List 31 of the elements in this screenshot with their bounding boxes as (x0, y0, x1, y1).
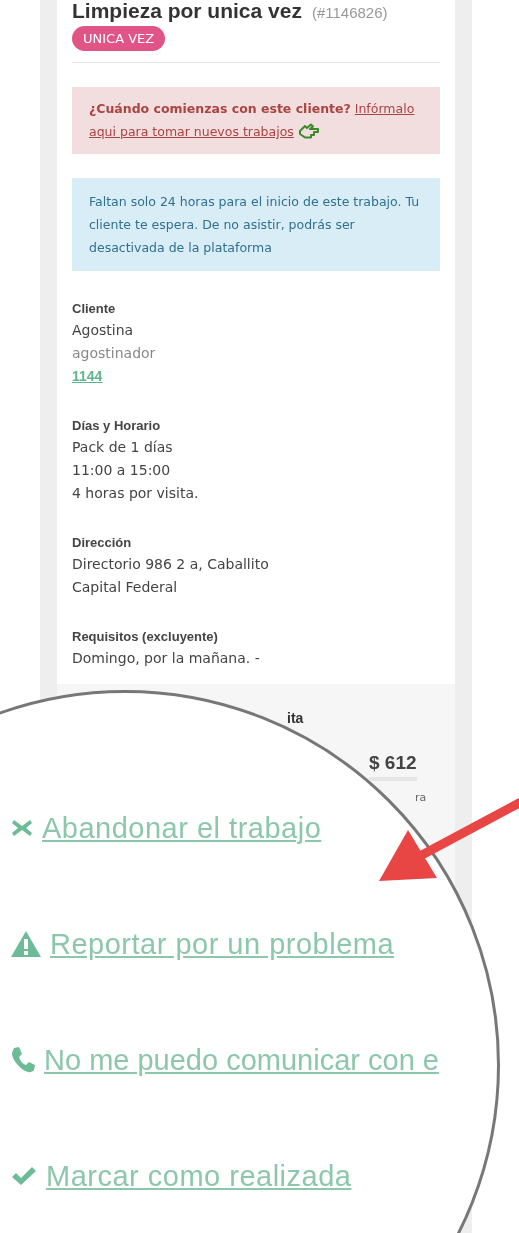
info-box: Faltan solo 24 horas para el inicio de este trabajo. Tu cliente te espera. De no asistir, podrás ser desactivada de la plataforma (72, 178, 440, 271)
phone-link[interactable]: 1144 (72, 365, 103, 388)
section-heading: ita (286, 710, 304, 726)
action-link[interactable]: Marcar como realizada (46, 1159, 352, 1193)
section-label: Requisitos (excluyente) (72, 629, 219, 644)
detail-text: Capital Federal (72, 578, 179, 597)
detail-text: Domingo, por la mañana. - (72, 649, 261, 668)
detail-text: agostinador (72, 344, 157, 363)
section-label: Días y Horario (72, 418, 162, 433)
inform-link[interactable]: aqui para tomar nuevos trabajos (89, 124, 294, 139)
job-number: (#1146826) (311, 4, 388, 21)
action-link[interactable]: Abandonar el trabajo (42, 811, 322, 845)
close-icon (10, 817, 34, 839)
detail-text: Pack de 1 días (72, 438, 174, 457)
detail-text: 4 horas por visita. (72, 484, 200, 503)
detail-text: Directorio 986 2 a, Caballito (72, 555, 270, 574)
action-link[interactable]: No me puedo comunicar con e (44, 1043, 439, 1077)
check-icon (10, 1165, 38, 1187)
price-note: ra (415, 791, 427, 804)
job-title: Limpieza por unica vez (72, 0, 302, 22)
detail-text: 11:00 a 15:00 (72, 461, 172, 480)
warning-icon (10, 930, 42, 958)
alert-message: ¿Cuándo comienzas con este cliente? Infórmalo aqui para tomar nuevos trabajos (89, 100, 416, 141)
phone-icon (10, 1046, 36, 1074)
detail-text: Agostina (72, 321, 135, 340)
frequency-badge: UNICA VEZ (72, 26, 166, 51)
section-label: Cliente (72, 301, 117, 316)
inform-link[interactable]: Infórmalo (354, 101, 415, 116)
action-link[interactable]: Reportar por un problema (50, 927, 395, 961)
pointing-hand-icon (297, 123, 320, 139)
section-label: Dirección (72, 535, 133, 550)
